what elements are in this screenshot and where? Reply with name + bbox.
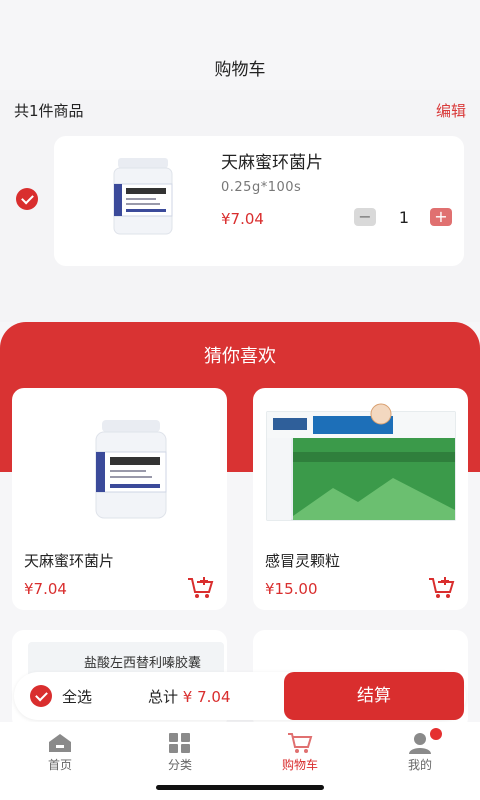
header: 购物车 xyxy=(0,0,480,90)
tab-cart[interactable]: 购物车 xyxy=(240,728,360,778)
cart-item-name: 天麻蜜环菌片 xyxy=(221,153,323,173)
decrease-button[interactable]: − xyxy=(354,208,376,226)
total-value: ¥ 7.04 xyxy=(182,688,231,706)
cart-item-spec: 0.25g*100s xyxy=(221,180,302,195)
tab-home-label: 首页 xyxy=(47,758,72,772)
product-card[interactable]: 感冒灵颗粒 ¥15.00 xyxy=(253,388,468,610)
recommend-title: 猜你喜欢 xyxy=(204,346,276,367)
page-title: 购物车 xyxy=(214,60,266,80)
product-name: 天麻蜜环菌片 xyxy=(24,552,115,570)
product-thumbnail xyxy=(113,158,173,235)
select-all-checkbox[interactable] xyxy=(30,685,52,707)
cart-item-price: ¥7.04 xyxy=(221,210,264,228)
tab-profile[interactable]: 我的 xyxy=(360,728,480,778)
quantity-stepper: − 1 + xyxy=(354,206,454,230)
tab-home[interactable]: 首页 xyxy=(0,728,120,778)
tab-category-label: 分类 xyxy=(167,758,192,772)
increase-button[interactable]: + xyxy=(430,208,452,226)
cart-icon xyxy=(288,733,313,753)
product-name: 感冒灵颗粒 xyxy=(265,552,341,570)
product-image xyxy=(95,420,167,519)
tab-profile-label: 我的 xyxy=(407,758,432,772)
product-price: ¥15.00 xyxy=(265,580,318,598)
cart-item-checkbox[interactable] xyxy=(16,188,38,210)
tab-cart-label: 购物车 xyxy=(281,758,318,772)
total-label: 总计 ¥ 7.04 xyxy=(148,686,231,707)
tab-category[interactable]: 分类 xyxy=(120,728,240,778)
select-all-label[interactable]: 全选 xyxy=(62,686,92,707)
item-count: 共1件商品 xyxy=(14,102,84,120)
checkout-button[interactable]: 结算 xyxy=(284,672,464,720)
product-card[interactable]: 天麻蜜环菌片 ¥7.04 xyxy=(12,388,227,610)
edit-button[interactable]: 编辑 xyxy=(436,100,466,121)
cart-summary: 共1件商品 编辑 xyxy=(14,100,466,124)
home-icon xyxy=(49,734,71,752)
total-text: 总计 xyxy=(148,688,179,706)
add-to-cart-icon[interactable] xyxy=(428,576,456,600)
category-icon xyxy=(169,733,190,753)
product-name: 盐酸左西替利嗪胶囊 xyxy=(84,656,202,671)
product-price: ¥7.04 xyxy=(24,580,67,598)
product-image xyxy=(266,403,456,521)
cart-item[interactable]: 天麻蜜环菌片 0.25g*100s ¥7.04 − 1 + xyxy=(54,136,464,266)
notification-badge xyxy=(430,728,442,740)
add-to-cart-icon[interactable] xyxy=(187,576,215,600)
quantity-value: 1 xyxy=(398,208,410,227)
home-indicator xyxy=(156,785,324,790)
profile-icon xyxy=(409,733,431,754)
